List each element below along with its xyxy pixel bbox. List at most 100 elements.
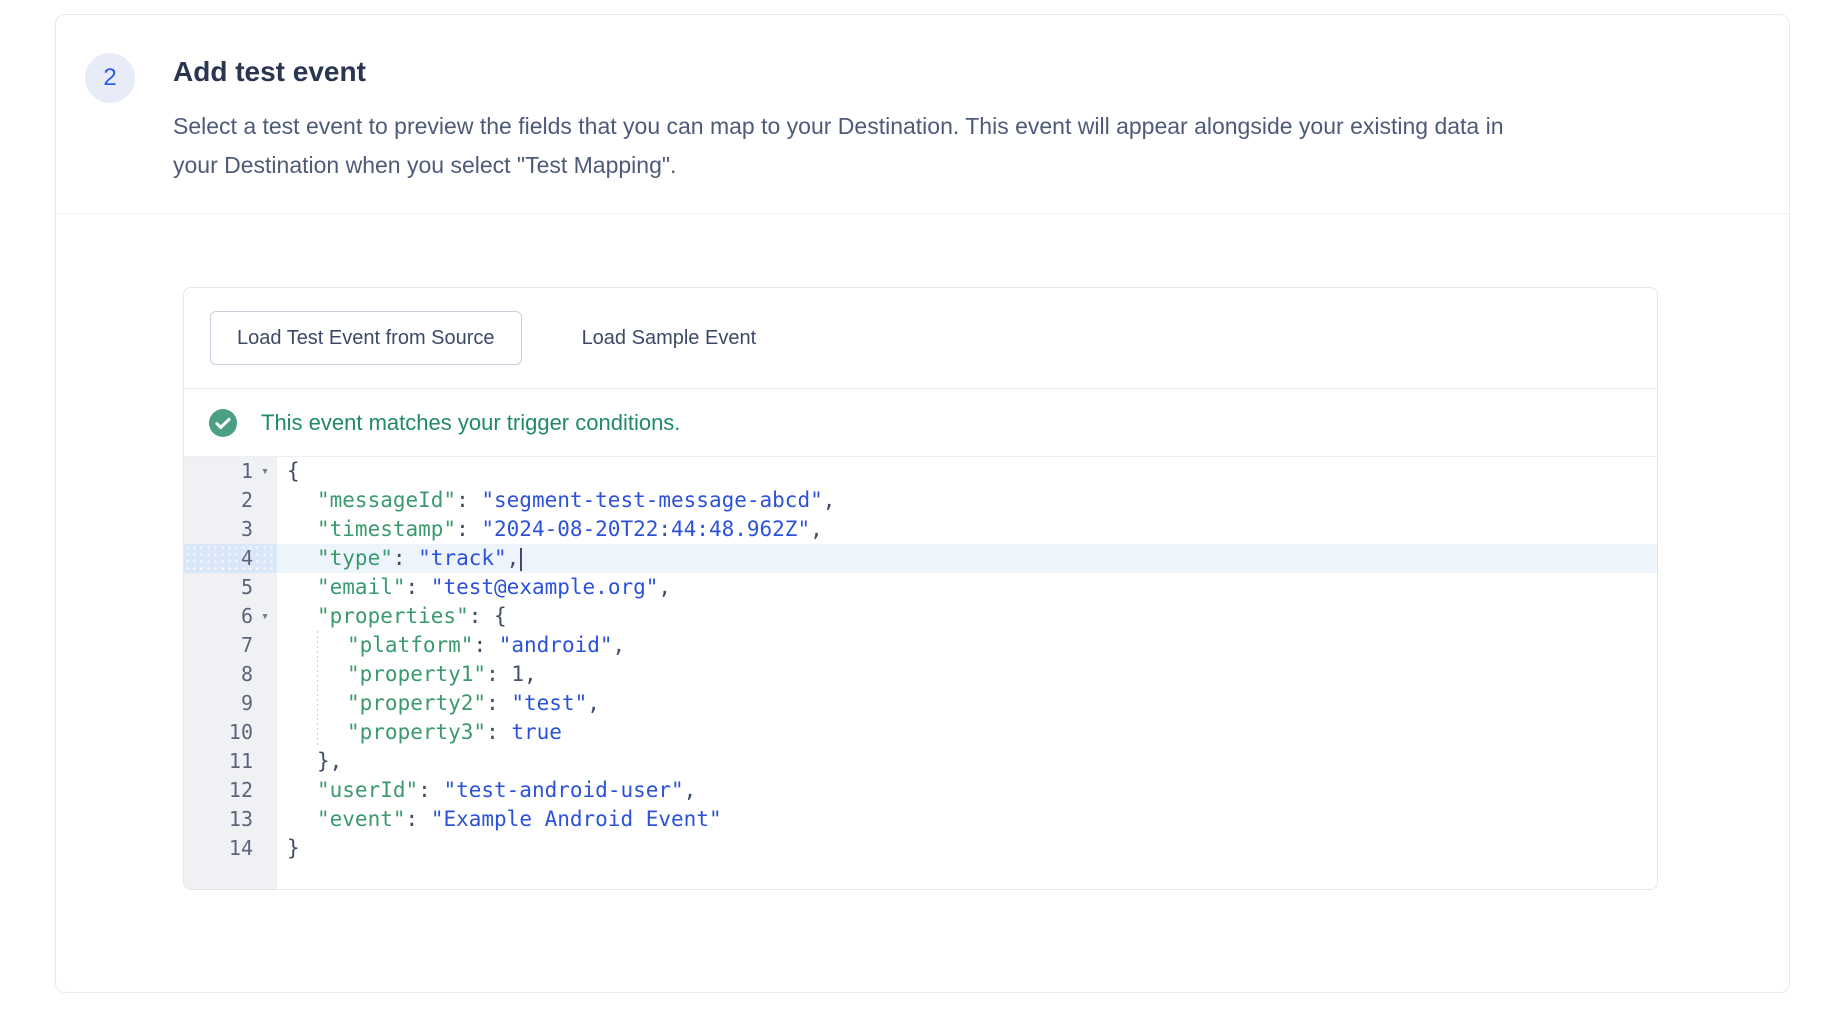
- code-token: "userId": [317, 778, 418, 802]
- code-token: "timestamp": [317, 517, 456, 541]
- code-token: :: [406, 807, 431, 831]
- gutter-cell: 6▾: [184, 602, 277, 631]
- code-line: 8"property1": 1,: [184, 660, 1657, 689]
- status-message: This event matches your trigger conditio…: [261, 410, 680, 436]
- code-token: ,: [684, 778, 697, 802]
- gutter-cell: 2: [184, 486, 277, 515]
- code-token: :: [486, 720, 511, 744]
- code-token: : {: [469, 604, 507, 628]
- line-number: 11: [229, 747, 253, 776]
- gutter-cell: 14: [184, 834, 277, 863]
- code-line: 14}: [184, 834, 1657, 863]
- code-line-content[interactable]: [277, 863, 1657, 890]
- code-editor[interactable]: 1▾{2"messageId": "segment-test-message-a…: [184, 456, 1657, 890]
- gutter-cell: 1▾: [184, 457, 277, 486]
- code-token: :: [418, 778, 443, 802]
- line-number: 12: [229, 776, 253, 805]
- gutter-cell: 9: [184, 689, 277, 718]
- code-line-content[interactable]: "property1": 1,: [277, 660, 1657, 689]
- load-test-event-button[interactable]: Load Test Event from Source: [210, 311, 522, 365]
- gutter-cell: [184, 863, 277, 890]
- line-number: 5: [241, 573, 253, 602]
- code-token: :: [486, 691, 511, 715]
- code-line-content[interactable]: {: [277, 457, 1657, 486]
- code-token: ,: [524, 662, 537, 686]
- code-token: :: [473, 633, 498, 657]
- code-token: },: [317, 749, 342, 773]
- fold-toggle-icon[interactable]: ▾: [253, 457, 277, 486]
- gutter-cell: 5: [184, 573, 277, 602]
- line-number: 14: [229, 834, 253, 863]
- code-line-content[interactable]: "event": "Example Android Event": [277, 805, 1657, 834]
- code-token: ,: [658, 575, 671, 599]
- code-token: :: [456, 517, 481, 541]
- code-token: ,: [823, 488, 836, 512]
- code-token: true: [511, 720, 562, 744]
- code-line-content[interactable]: "userId": "test-android-user",: [277, 776, 1657, 805]
- code-token: ,: [810, 517, 823, 541]
- code-line: 9 "property2": "test",: [184, 689, 1657, 718]
- load-sample-event-button[interactable]: Load Sample Event: [556, 312, 783, 364]
- code-token: "android": [499, 633, 613, 657]
- line-number: 9: [241, 689, 253, 718]
- code-line: 4 "type": "track",: [184, 544, 1657, 573]
- gutter-cell: 8: [184, 660, 277, 689]
- event-toolbar: Load Test Event from Source Load Sample …: [184, 288, 1657, 389]
- code-token: {: [287, 459, 300, 483]
- code-line: 2 "messageId": "segment-test-message-abcd…: [184, 486, 1657, 515]
- code-token: "segment-test-message-abcd": [481, 488, 822, 512]
- fold-toggle-icon[interactable]: ▾: [253, 602, 277, 631]
- code-line-content[interactable]: "type": "track",: [277, 544, 1657, 573]
- line-number: 4: [241, 544, 253, 573]
- code-line: 3 "timestamp": "2024-08-20T22:44:48.962Z"…: [184, 515, 1657, 544]
- text-cursor: [520, 548, 522, 571]
- code-token: "event": [317, 807, 406, 831]
- code-token: "property1": [347, 662, 486, 686]
- code-token: :: [393, 546, 418, 570]
- line-number: 13: [229, 805, 253, 834]
- code-token: "type": [317, 546, 393, 570]
- step-description: Select a test event to preview the field…: [173, 107, 1543, 185]
- line-number: 7: [241, 631, 253, 660]
- code-token: "email": [317, 575, 406, 599]
- line-number: 3: [241, 515, 253, 544]
- code-token: "properties": [317, 604, 469, 628]
- page-title: Add test event: [173, 55, 1543, 89]
- line-number: 2: [241, 486, 253, 515]
- step-number: 2: [103, 64, 116, 92]
- gutter-cell: 3: [184, 515, 277, 544]
- test-event-panel: Load Test Event from Source Load Sample …: [183, 287, 1658, 890]
- code-token: ,: [613, 633, 626, 657]
- code-line-content[interactable]: "properties": {: [277, 602, 1657, 631]
- code-token: "2024-08-20T22:44:48.962Z": [481, 517, 810, 541]
- code-line: 12 "userId": "test-android-user",: [184, 776, 1657, 805]
- code-line-content[interactable]: },: [277, 747, 1657, 776]
- code-token: "track": [418, 546, 507, 570]
- step-number-badge: 2: [85, 53, 135, 103]
- code-line-content[interactable]: "messageId": "segment-test-message-abcd"…: [277, 486, 1657, 515]
- line-number: 6: [241, 602, 253, 631]
- code-line-content[interactable]: "timestamp": "2024-08-20T22:44:48.962Z",: [277, 515, 1657, 544]
- code-line-content[interactable]: "property3": true: [277, 718, 1657, 747]
- code-token: "Example Android Event": [431, 807, 722, 831]
- gutter-cell: 12: [184, 776, 277, 805]
- code-line-content[interactable]: "email": "test@example.org",: [277, 573, 1657, 602]
- code-token: ,: [507, 546, 520, 570]
- code-token: "messageId": [317, 488, 456, 512]
- gutter-cell: 7: [184, 631, 277, 660]
- check-circle-icon: [209, 409, 237, 437]
- code-line-content[interactable]: "property2": "test",: [277, 689, 1657, 718]
- code-token: "test": [511, 691, 587, 715]
- gutter-cell: 10: [184, 718, 277, 747]
- code-line-content[interactable]: }: [277, 834, 1657, 863]
- editor-filler-row: [184, 863, 1657, 890]
- code-token: "platform": [347, 633, 473, 657]
- gutter-cell: 4: [184, 544, 277, 573]
- code-line: 6▾"properties": {: [184, 602, 1657, 631]
- code-line: 13 "event": "Example Android Event": [184, 805, 1657, 834]
- line-number: 1: [241, 457, 253, 486]
- code-line-content[interactable]: "platform": "android",: [277, 631, 1657, 660]
- code-token: "test-android-user": [443, 778, 683, 802]
- code-token: }: [287, 836, 300, 860]
- step-header: 2 Add test event Select a test event to …: [56, 15, 1789, 214]
